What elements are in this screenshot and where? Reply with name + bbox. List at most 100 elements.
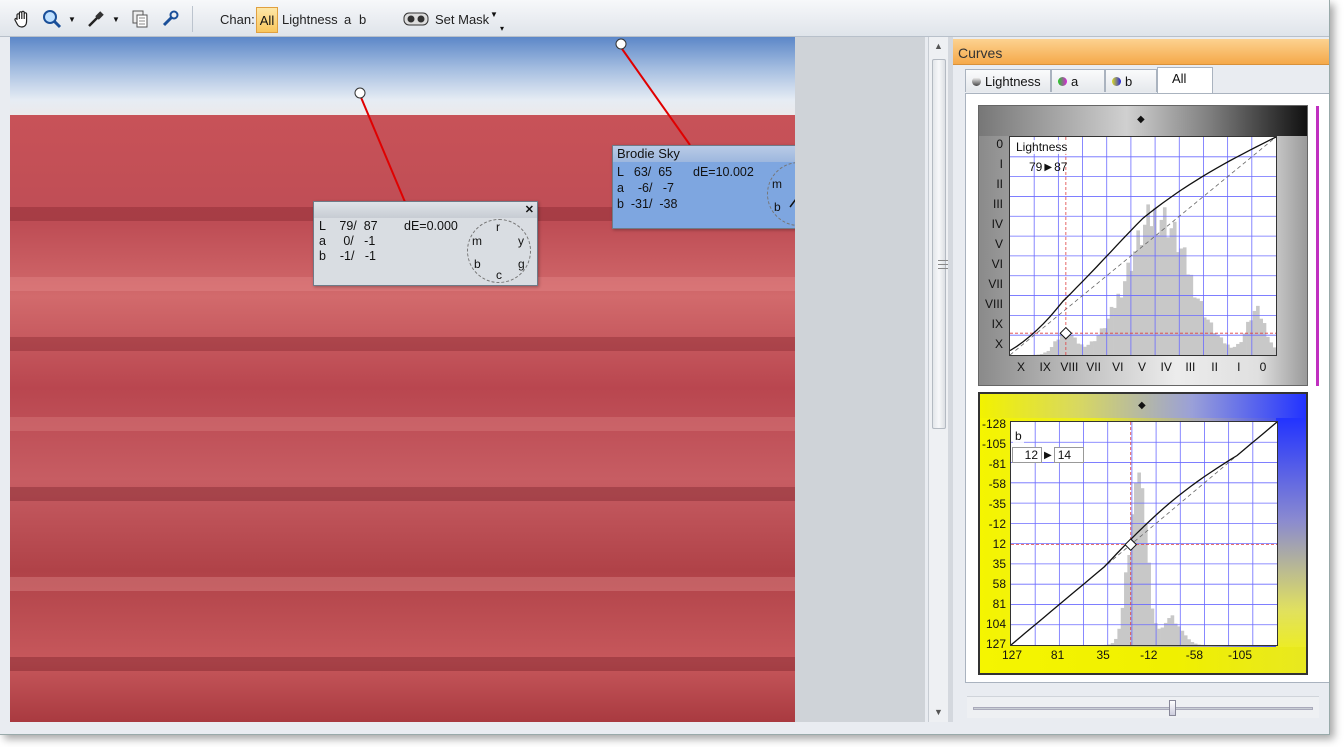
curve-input-field[interactable]: 12 bbox=[1012, 447, 1042, 463]
scrollbar-thumb[interactable] bbox=[932, 59, 948, 429]
histogram-bar bbox=[1133, 251, 1137, 355]
arrow-right-icon: ▶ bbox=[1044, 161, 1053, 173]
histogram-bar bbox=[1180, 630, 1185, 645]
histogram-bar bbox=[1117, 628, 1122, 645]
histogram-bar bbox=[1123, 281, 1127, 355]
histogram-bar bbox=[1096, 335, 1101, 355]
histogram-bar bbox=[1186, 274, 1190, 355]
zoom-slider-thumb[interactable] bbox=[1169, 700, 1176, 716]
probe-L-values: L 63/ 65 bbox=[617, 165, 673, 179]
histogram-bar bbox=[1209, 322, 1214, 355]
histogram-bar bbox=[1116, 293, 1121, 355]
histogram-bar bbox=[1170, 615, 1175, 645]
dial-label: m bbox=[772, 177, 782, 191]
histogram-bar bbox=[1249, 320, 1254, 355]
histogram-bar bbox=[1156, 234, 1160, 355]
histogram-bar bbox=[1076, 343, 1081, 355]
grip-icon bbox=[938, 260, 948, 269]
close-icon[interactable]: ✕ bbox=[525, 202, 534, 218]
y-tick-label: V bbox=[994, 237, 1003, 251]
sample-point-marker[interactable] bbox=[354, 87, 366, 99]
tab-all[interactable]: All bbox=[1157, 67, 1213, 93]
histogram-bar bbox=[1049, 347, 1054, 355]
histogram-bar bbox=[1126, 262, 1130, 355]
dial-label: b bbox=[474, 257, 481, 271]
hue-dial: r y m g b c bbox=[467, 219, 531, 283]
tab-label: All bbox=[1172, 71, 1187, 86]
panel-title: Curves bbox=[953, 39, 1329, 65]
y-tick-label: IX bbox=[991, 317, 1003, 331]
scroll-up-icon[interactable]: ▲ bbox=[934, 41, 943, 51]
lightness-icon bbox=[972, 77, 981, 86]
rock-stratum bbox=[10, 337, 795, 351]
histogram-bar bbox=[1147, 562, 1151, 645]
histogram-bar bbox=[1169, 228, 1174, 355]
sample-point-marker[interactable] bbox=[615, 38, 627, 50]
tab-b[interactable]: b bbox=[1105, 69, 1157, 92]
rock-stratum bbox=[10, 487, 795, 501]
histogram-bar bbox=[1159, 219, 1164, 355]
lightness-curve-box: ◆ Lightness 79 ▶ 87 0 I II III IV V VI VII VIII I… bbox=[978, 105, 1308, 386]
histogram-bar bbox=[1242, 333, 1247, 355]
y-tick-label: -35 bbox=[988, 497, 1006, 511]
y-tick-label: II bbox=[996, 177, 1003, 191]
histogram-bar bbox=[1110, 643, 1115, 645]
histogram-bar bbox=[1046, 350, 1051, 355]
histogram-bar bbox=[1192, 297, 1197, 355]
histogram-bar bbox=[1086, 344, 1091, 355]
histogram-bar bbox=[1136, 230, 1140, 355]
histogram-bar bbox=[1236, 343, 1240, 355]
y-tick-label: VI bbox=[991, 257, 1003, 271]
y-tick-label: VII bbox=[988, 277, 1003, 291]
x-tick-label: 81 bbox=[1050, 648, 1065, 662]
histogram-bar bbox=[1124, 572, 1128, 645]
panel-accent-strip bbox=[1316, 106, 1319, 386]
curves-tabs: Lightness a b All bbox=[965, 67, 1329, 93]
y-tick-label: 0 bbox=[996, 137, 1003, 151]
histogram-bar bbox=[1259, 318, 1263, 355]
rock-stratum bbox=[10, 577, 795, 591]
histogram-bar bbox=[1272, 347, 1277, 355]
histogram-bar bbox=[1073, 337, 1077, 355]
a-channel-icon bbox=[1058, 77, 1067, 86]
rock-stratum bbox=[10, 657, 795, 671]
color-probe-panel[interactable]: ✕ L 79/ 87 dE=0.000 a 0/ -1 b -1/ -1 r y… bbox=[313, 201, 538, 286]
y-tick-label: -58 bbox=[988, 477, 1006, 491]
histogram-bar bbox=[1183, 635, 1188, 645]
y-tick-label: VIII bbox=[984, 297, 1003, 311]
histogram-bar bbox=[1146, 204, 1150, 355]
probe-titlebar[interactable]: ✕ bbox=[314, 202, 537, 218]
gradient-handle-icon[interactable]: ◆ bbox=[1137, 114, 1145, 125]
histogram-bar bbox=[1222, 343, 1227, 355]
tab-lightness[interactable]: Lightness bbox=[965, 69, 1051, 92]
histogram-bar bbox=[1149, 226, 1154, 355]
y-tick-label: -12 bbox=[988, 517, 1006, 531]
zoom-slider-track[interactable] bbox=[973, 707, 1313, 710]
curve-channel-name: b bbox=[1013, 429, 1024, 443]
histogram-bar bbox=[1039, 353, 1044, 355]
histogram-bar bbox=[1239, 342, 1244, 355]
histogram-bar bbox=[1103, 328, 1107, 355]
histogram-bar bbox=[1059, 333, 1064, 355]
vertical-scrollbar[interactable]: ▲ ▼ bbox=[928, 37, 948, 722]
y-tick-label: 35 bbox=[992, 557, 1006, 571]
scroll-down-icon[interactable]: ▼ bbox=[934, 707, 943, 717]
curve-output-field[interactable]: 14 bbox=[1053, 447, 1084, 463]
histogram-bar bbox=[1193, 643, 1198, 645]
probe-delta-e: dE=0.000 bbox=[404, 219, 458, 233]
x-tick-label: 0 bbox=[1259, 360, 1267, 374]
histogram-bar bbox=[1219, 337, 1224, 355]
tab-a[interactable]: a bbox=[1051, 69, 1105, 92]
histogram-bar bbox=[1150, 608, 1155, 645]
x-tick-label: 35 bbox=[1096, 648, 1110, 662]
gradient-handle-icon[interactable]: ◆ bbox=[1138, 400, 1146, 411]
histogram-bar bbox=[1269, 342, 1273, 355]
probe-title: Brodie Sky bbox=[617, 146, 680, 161]
dial-label: g bbox=[518, 257, 525, 271]
histogram-bar bbox=[1182, 247, 1187, 355]
curve-output-value: 87 bbox=[1054, 160, 1068, 174]
b-curve-box: ◆ b 12 ▶ 14 -128 -105 -81 -58 -35 -12 12 35 58 81… bbox=[978, 392, 1308, 675]
histogram-bar bbox=[1167, 618, 1171, 645]
y-tick-label: III bbox=[992, 197, 1003, 211]
curves-panel: Curves Lightness a b All ◆ Lightness 79 … bbox=[953, 37, 1329, 722]
